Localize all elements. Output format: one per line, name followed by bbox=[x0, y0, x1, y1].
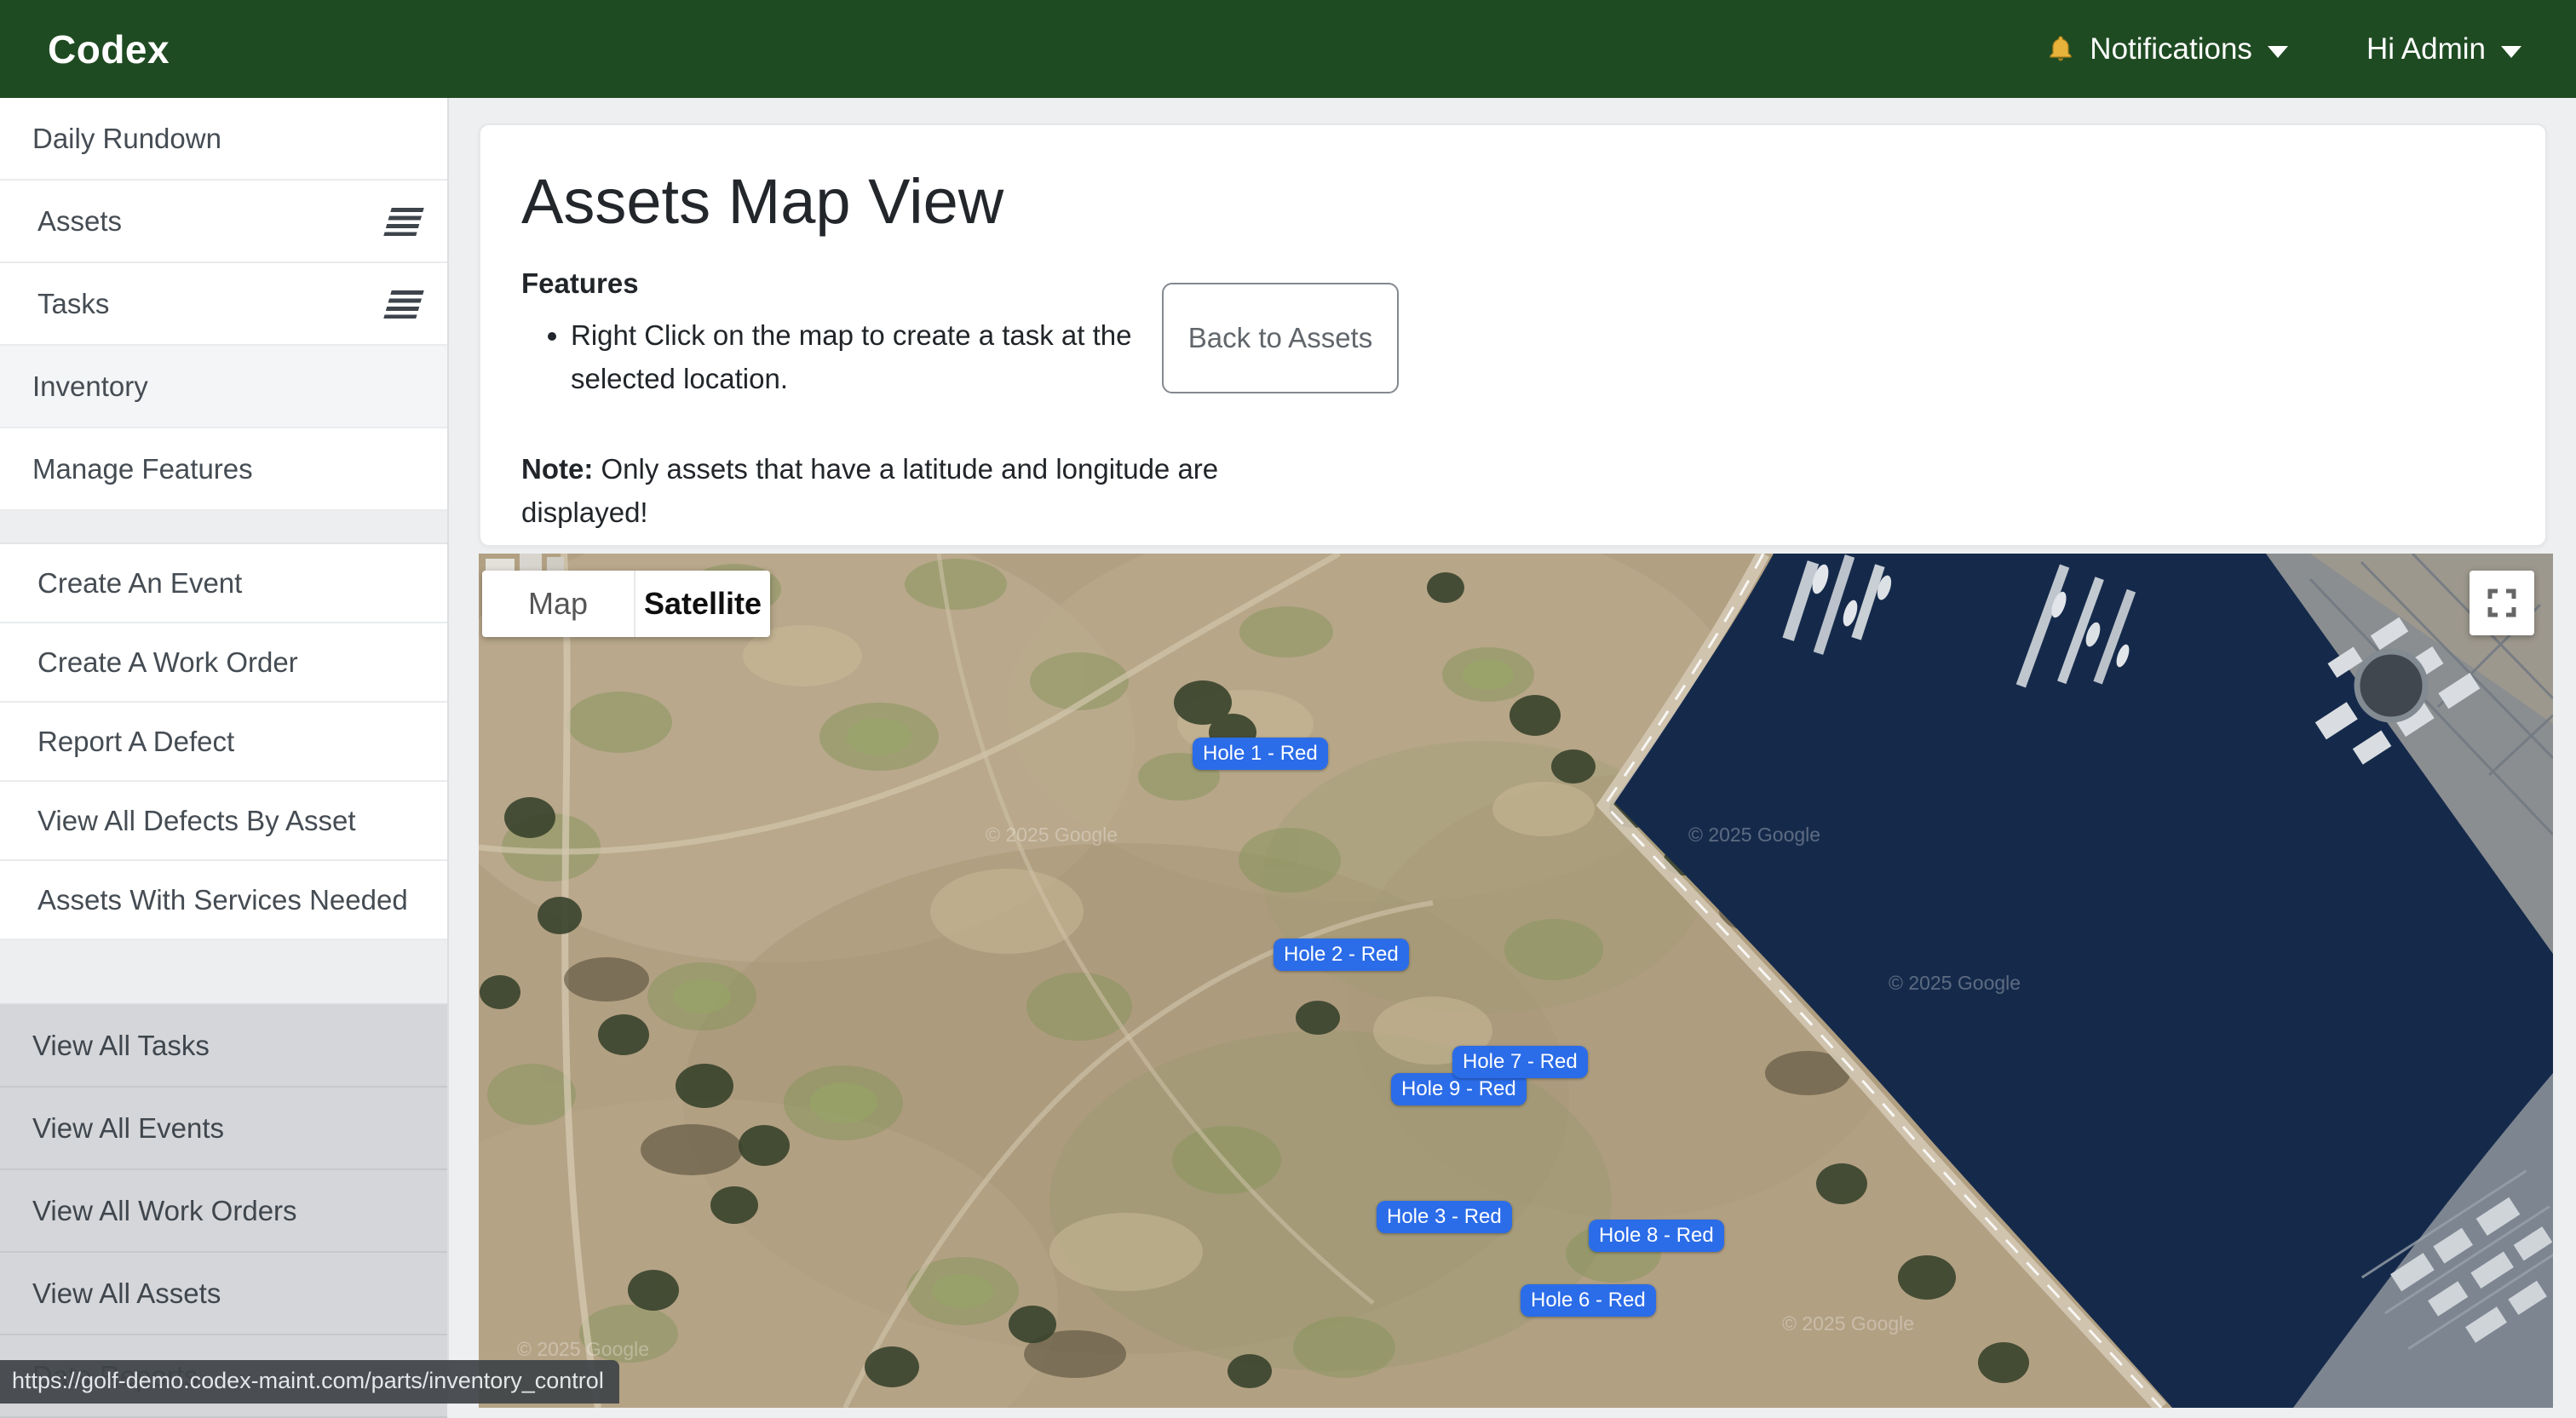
sidebar-item-view-all-work-orders[interactable]: View All Work Orders bbox=[0, 1170, 447, 1253]
map-watermark: © 2025 Google bbox=[986, 824, 1118, 846]
features-list: Right Click on the map to create a task … bbox=[521, 313, 1227, 400]
sidebar-item-label: Manage Features bbox=[32, 453, 253, 485]
note-label: Note: bbox=[521, 453, 593, 485]
sidebar-item-manage-features[interactable]: Manage Features bbox=[0, 428, 447, 511]
map-watermark: © 2025 Google bbox=[1889, 972, 2021, 994]
sidebar-item-label: Tasks bbox=[37, 288, 109, 320]
sidebar-item-label: View All Events bbox=[32, 1112, 224, 1145]
map-type-map-button[interactable]: Map bbox=[482, 571, 634, 637]
map-watermark: © 2025 Google bbox=[1688, 824, 1820, 846]
sidebar-item-label: Create A Work Order bbox=[37, 646, 298, 679]
brand-logo[interactable]: Codex bbox=[48, 26, 170, 72]
navbar-right: Notifications Hi Admin bbox=[2045, 32, 2521, 66]
map-watermark: © 2025 Google bbox=[517, 1338, 649, 1360]
fullscreen-icon bbox=[2487, 588, 2517, 618]
notifications-dropdown[interactable]: Notifications bbox=[2045, 32, 2288, 66]
sidebar-item-assets-with-services-needed[interactable]: Assets With Services Needed bbox=[0, 861, 447, 940]
features-heading: Features bbox=[521, 267, 2504, 300]
sidebar-item-assets[interactable]: Assets bbox=[0, 181, 447, 263]
sidebar-item-label: Inventory bbox=[32, 370, 148, 403]
back-to-assets-button[interactable]: Back to Assets bbox=[1162, 283, 1399, 393]
marker-hole-1-red[interactable]: Hole 1 - Red bbox=[1193, 738, 1328, 770]
sidebar-item-view-all-defects-by-asset[interactable]: View All Defects By Asset bbox=[0, 782, 447, 861]
marker-hole-2-red[interactable]: Hole 2 - Red bbox=[1274, 939, 1409, 971]
marker-hole-7-red[interactable]: Hole 7 - Red bbox=[1452, 1046, 1588, 1078]
sidebar-item-tasks[interactable]: Tasks bbox=[0, 263, 447, 346]
note-text: Note: Only assets that have a latitude a… bbox=[521, 447, 1288, 534]
list-icon bbox=[383, 208, 423, 236]
sidebar-item-label: View All Defects By Asset bbox=[37, 805, 356, 837]
assets-map[interactable]: © 2025 Google © 2025 Google © 2025 Googl… bbox=[479, 554, 2553, 1408]
sidebar-item-label: View All Work Orders bbox=[32, 1195, 297, 1227]
bell-icon bbox=[2045, 34, 2076, 65]
marker-hole-8-red[interactable]: Hole 8 - Red bbox=[1589, 1220, 1724, 1252]
notifications-label: Notifications bbox=[2090, 32, 2252, 66]
satellite-imagery: © 2025 Google © 2025 Google © 2025 Googl… bbox=[479, 554, 2553, 1408]
marker-hole-3-red[interactable]: Hole 3 - Red bbox=[1377, 1201, 1512, 1233]
sidebar-item-label: Report A Defect bbox=[37, 726, 234, 758]
list-icon bbox=[383, 290, 423, 319]
marker-hole-6-red[interactable]: Hole 6 - Red bbox=[1521, 1284, 1656, 1317]
sidebar-item-label: Create An Event bbox=[37, 567, 242, 600]
sidebar-item-view-all-tasks[interactable]: View All Tasks bbox=[0, 1005, 447, 1088]
sidebar-section-divider bbox=[0, 940, 447, 1005]
sidebar-item-create-a-work-order[interactable]: Create A Work Order bbox=[0, 623, 447, 703]
map-type-control: Map Satellite bbox=[482, 571, 770, 637]
sidebar-item-label: View All Assets bbox=[32, 1277, 221, 1310]
user-menu-dropdown[interactable]: Hi Admin bbox=[2366, 32, 2521, 66]
top-navbar: Codex Notifications Hi Admin bbox=[0, 0, 2576, 98]
note-body: Only assets that have a latitude and lon… bbox=[521, 453, 1218, 528]
assets-map-view-card: Assets Map View Features Right Click on … bbox=[479, 123, 2547, 547]
sidebar-item-inventory[interactable]: Inventory bbox=[0, 346, 447, 428]
chevron-down-icon bbox=[2501, 46, 2521, 58]
sidebar-item-daily-rundown[interactable]: Daily Rundown bbox=[0, 98, 447, 181]
sidebar-nav: Daily Rundown Assets Tasks Inventory Man… bbox=[0, 98, 449, 1404]
map-type-satellite-button[interactable]: Satellite bbox=[634, 571, 770, 637]
sidebar-item-view-all-events[interactable]: View All Events bbox=[0, 1088, 447, 1170]
sidebar-section-divider bbox=[0, 511, 447, 544]
page-title: Assets Map View bbox=[521, 163, 2504, 242]
sidebar-item-view-all-assets[interactable]: View All Assets bbox=[0, 1253, 447, 1335]
chevron-down-icon bbox=[2268, 46, 2288, 58]
feature-bullet: Right Click on the map to create a task … bbox=[571, 313, 1227, 400]
user-menu-label: Hi Admin bbox=[2366, 32, 2486, 66]
fullscreen-button[interactable] bbox=[2470, 571, 2534, 635]
sidebar-item-report-a-defect[interactable]: Report A Defect bbox=[0, 703, 447, 782]
sidebar-item-label: Assets With Services Needed bbox=[37, 884, 408, 916]
sidebar-item-label: Daily Rundown bbox=[32, 123, 221, 155]
sidebar-gray-section: View All Tasks View All Events View All … bbox=[0, 1005, 447, 1418]
sidebar-item-create-an-event[interactable]: Create An Event bbox=[0, 544, 447, 623]
map-watermark: © 2025 Google bbox=[1782, 1312, 1914, 1335]
link-status-tooltip: https://golf-demo.codex-maint.com/parts/… bbox=[0, 1360, 619, 1404]
sidebar-item-label: View All Tasks bbox=[32, 1030, 210, 1062]
sidebar-item-label: Assets bbox=[37, 205, 122, 238]
